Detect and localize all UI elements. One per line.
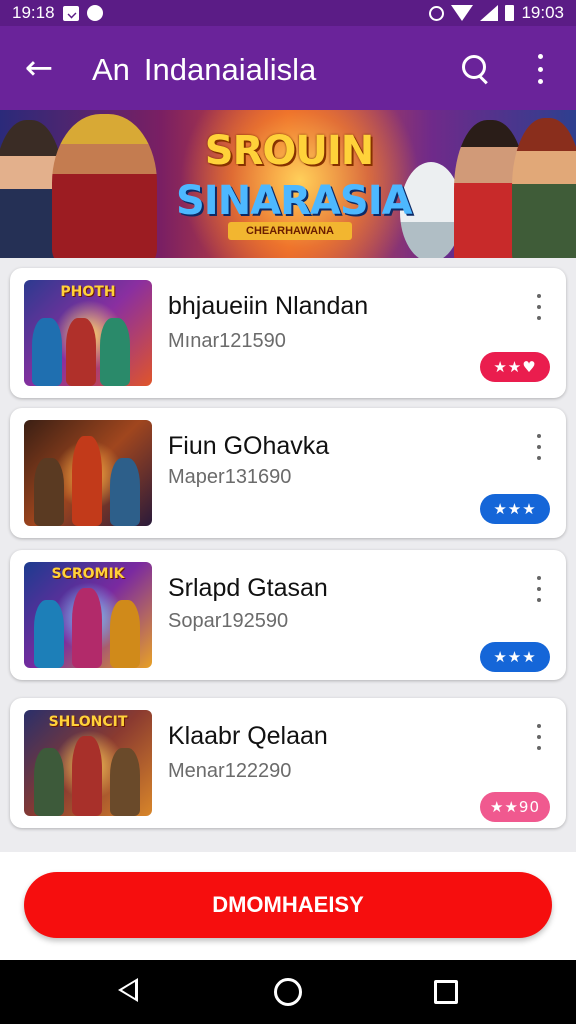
banner-logo-ribbon: CHEARHAWANA [228,222,352,240]
game-thumbnail: PHOTH [24,280,152,386]
back-arrow-icon[interactable]: ← [22,48,56,88]
game-subtitle: Menar122290 [168,760,292,782]
notification-box-icon [62,5,79,21]
nav-home-icon[interactable] [274,978,302,1006]
page-title-text: Indanaialisla [143,52,317,87]
notification-round-icon [86,5,103,21]
game-subtitle: Maper131690 [168,466,292,488]
game-thumbnail: SCROMIK [24,562,152,668]
thumbnail-logo-text: SHLONCIT [48,714,128,730]
nav-back-icon[interactable] [118,978,138,1002]
thumbnail-logo-text: SCROMIK [51,566,125,582]
thumbnail-logo-text: PHOTH [60,284,116,300]
banner-logo-line2: SINARASIA [176,178,413,224]
game-title: bhjaueiin Nlandan [168,292,369,320]
system-nav-bar [0,960,576,1024]
status-time-left: 19:18 [12,3,55,22]
alarm-icon [429,5,445,21]
more-vert-icon[interactable] [532,434,546,460]
list-item[interactable]: Fiun GOhavka Maper131690 ★★★ [10,408,566,538]
game-subtitle: Sopar192590 [168,610,289,632]
more-vert-icon[interactable] [532,294,546,320]
rating-badge: ★★★ [480,494,550,524]
game-title: Srlapd Gtasan [168,574,328,602]
primary-action-button[interactable]: DMOMHAEISY [24,872,552,938]
signal-icon [480,5,499,21]
status-bar-right: 19:03 [429,3,564,23]
status-bar-left: 19:18 [12,3,103,23]
wifi-icon [451,5,474,21]
rating-badge: ★★♥ [480,352,550,382]
rating-badge: ★★★ [480,642,550,672]
game-title: Klaabr Qelaan [168,722,328,750]
banner-character-5 [512,118,576,258]
nav-recents-icon[interactable] [434,980,458,1004]
battery-icon [505,5,515,21]
more-vert-icon[interactable] [526,54,554,84]
more-vert-icon[interactable] [532,724,546,750]
search-icon[interactable] [458,52,492,86]
status-bar: 19:18 19:03 [0,0,576,26]
game-thumbnail: SHLONCIT [24,710,152,816]
list-item[interactable]: SHLONCIT Klaabr Qelaan Menar122290 ★★90 [10,698,566,828]
page-title: An Indanaialisla [92,52,316,88]
more-vert-icon[interactable] [532,576,546,602]
banner-logo-line1: SROUIN [204,128,374,174]
game-subtitle: Mınar121590 [168,330,286,352]
page-title-prefix: An [92,52,130,87]
rating-badge: ★★90 [480,792,550,822]
list-item[interactable]: PHOTH bhjaueiin Nlandan Mınar121590 ★★♥ [10,268,566,398]
status-time-right: 19:03 [521,3,564,22]
game-title: Fiun GOhavka [168,432,330,460]
app-bar: ← An Indanaialisla [0,26,576,110]
game-thumbnail [24,420,152,526]
featured-banner[interactable]: SROUIN SINARASIA CHEARHAWANA [0,110,576,258]
banner-character-2 [52,114,157,258]
list-item[interactable]: SCROMIK Srlapd Gtasan Sopar192590 ★★★ [10,550,566,680]
